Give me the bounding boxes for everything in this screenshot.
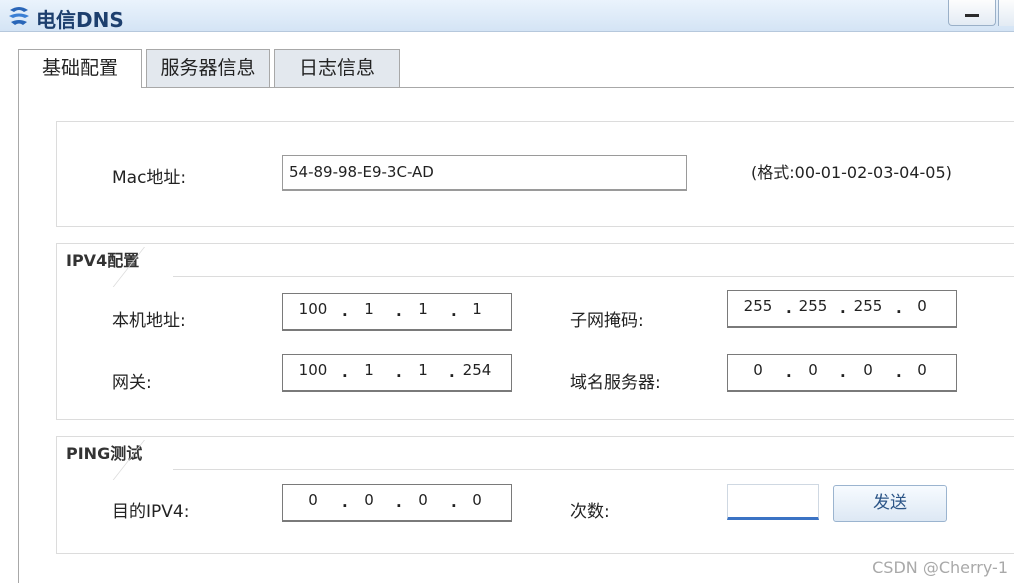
app-logo-icon — [9, 7, 29, 25]
mac-group: Mac地址: 54-89-98-E9-3C-AD (格式:00-01-02-03… — [56, 121, 1014, 227]
mac-label: Mac地址: — [112, 168, 187, 188]
tab-label: 服务器信息 — [160, 57, 256, 79]
dns-server-label: 域名服务器: — [570, 373, 661, 393]
ping-count-input[interactable] — [727, 484, 819, 520]
ping-count-label: 次数: — [570, 502, 610, 522]
target-ipv4-input[interactable]: 0. 0. 0. 0 — [282, 484, 512, 522]
ipv4-group: IPV4配置 本机地址: 100. 1. 1. 1 子网掩码: 255. 255… — [56, 243, 1014, 420]
minimize-button[interactable] — [948, 0, 996, 26]
watermark: CSDN @Cherry-1 — [872, 558, 1008, 577]
tab-label: 基础配置 — [41, 57, 118, 79]
tab-server-info[interactable]: 服务器信息 — [146, 49, 270, 87]
minimize-icon — [965, 14, 979, 17]
host-address-label: 本机地址: — [112, 311, 186, 331]
window-title: 电信DNS — [36, 8, 124, 32]
tab-basic-config[interactable]: 基础配置 — [18, 49, 142, 88]
title-bar: 电信DNS — [0, 0, 1014, 32]
gateway-input[interactable]: 100. 1. 1. 254 — [282, 354, 512, 392]
mac-format-hint: (格式:00-01-02-03-04-05) — [751, 163, 952, 182]
tab-log-info[interactable]: 日志信息 — [274, 49, 400, 87]
host-address-input[interactable]: 100. 1. 1. 1 — [282, 293, 512, 331]
dns-server-input[interactable]: 0. 0. 0. 0 — [727, 354, 957, 392]
window-body: 基础配置 服务器信息 日志信息 Mac地址: 54-89-98-E9-3C-AD… — [0, 32, 1014, 583]
subnet-mask-input[interactable]: 255. 255. 255. 0 — [727, 290, 957, 328]
target-ipv4-label: 目的IPV4: — [112, 502, 190, 522]
tab-panel-basic-config: Mac地址: 54-89-98-E9-3C-AD (格式:00-01-02-03… — [18, 87, 1014, 583]
send-button[interactable]: 发送 — [833, 485, 947, 522]
ping-group-title: PING测试 — [56, 436, 1014, 470]
mac-address-input[interactable]: 54-89-98-E9-3C-AD — [282, 155, 687, 191]
maximize-button[interactable] — [998, 0, 1014, 26]
tab-label: 日志信息 — [298, 57, 375, 79]
ping-group: PING测试 目的IPV4: 0. 0. 0. 0 次数: 发送 — [56, 436, 1014, 554]
ipv4-group-title: IPV4配置 — [56, 243, 1014, 277]
gateway-label: 网关: — [112, 373, 152, 393]
subnet-mask-label: 子网掩码: — [570, 311, 644, 331]
